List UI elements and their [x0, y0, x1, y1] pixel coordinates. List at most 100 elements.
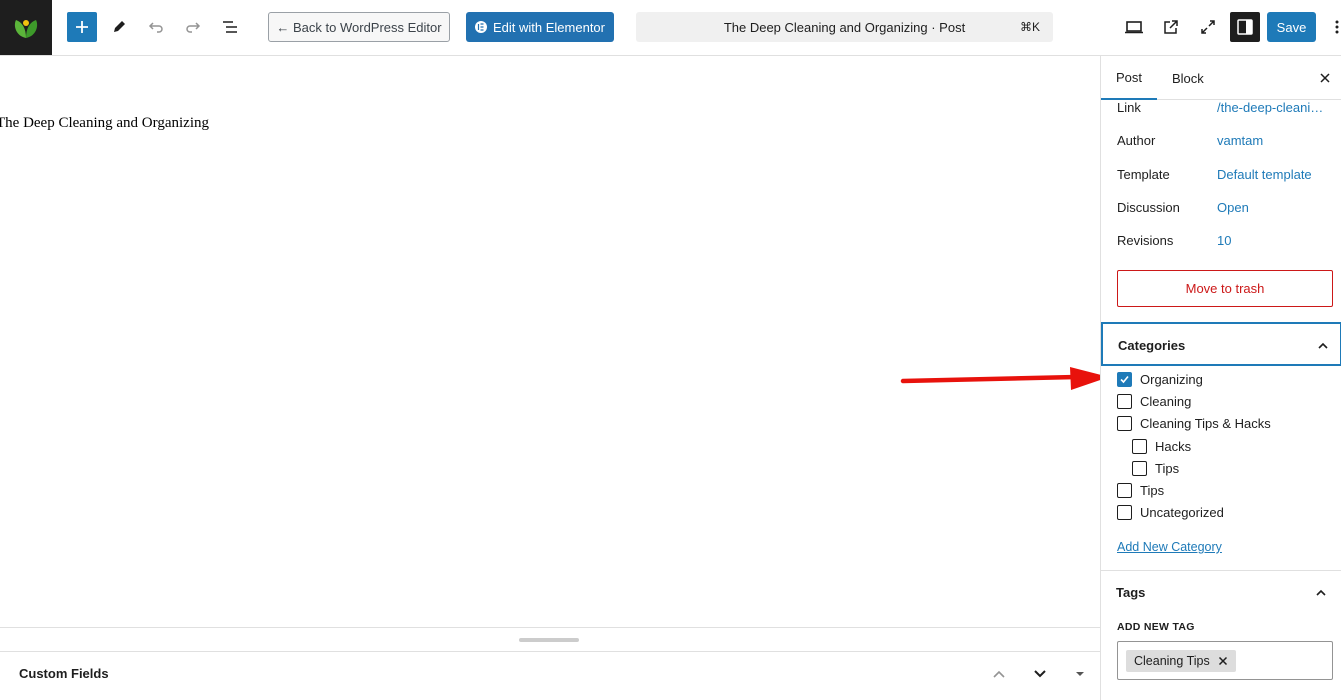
category-item[interactable]: Tips: [1132, 458, 1179, 478]
elementor-button-label: Edit with Elementor: [493, 19, 605, 35]
category-checkbox[interactable]: [1132, 460, 1147, 476]
sidebar-icon: [1237, 19, 1253, 35]
chevron-up-icon: [1311, 583, 1331, 603]
category-item[interactable]: Organizing: [1117, 369, 1203, 389]
site-logo[interactable]: [0, 0, 52, 55]
author-row: Author vamtam: [1117, 130, 1337, 150]
category-label: Hacks: [1155, 438, 1192, 454]
category-label: Cleaning: [1140, 393, 1192, 409]
redo-icon: [186, 22, 201, 33]
remove-tag-icon[interactable]: [1218, 656, 1228, 666]
row-label: Discussion: [1117, 199, 1180, 215]
move-to-trash-button[interactable]: Move to trash: [1117, 270, 1333, 307]
chevron-down-icon: [1034, 670, 1046, 678]
categories-title: Categories: [1118, 338, 1186, 353]
move-down-button[interactable]: [1028, 662, 1052, 686]
view-post-button[interactable]: [1156, 12, 1186, 42]
categories-panel-toggle[interactable]: Categories: [1101, 322, 1341, 366]
chevron-up-icon: [1313, 336, 1333, 356]
tab-post[interactable]: Post: [1101, 56, 1157, 100]
post-link-value[interactable]: /the-deep-cleaning-and-organizing/: [1217, 100, 1327, 115]
options-menu-button[interactable]: [1330, 12, 1341, 42]
caret-down-icon: [1076, 672, 1084, 676]
tags-panel-toggle[interactable]: Tags: [1101, 570, 1341, 614]
settings-sidebar: Post Block Link /the-deep-cleaning-and-o…: [1100, 56, 1341, 700]
close-icon: [1320, 73, 1330, 83]
edit-with-elementor-button[interactable]: Edit with Elementor: [466, 12, 614, 42]
category-label: Cleaning Tips & Hacks: [1140, 415, 1271, 431]
save-button-label: Save: [1276, 19, 1307, 35]
category-label: Uncategorized: [1140, 504, 1224, 520]
resize-handle[interactable]: [519, 638, 579, 642]
undo-icon: [148, 22, 163, 33]
revisions-row: Revisions 10: [1117, 230, 1337, 250]
category-item[interactable]: Uncategorized: [1117, 502, 1224, 522]
back-to-wordpress-editor-button[interactable]: ← Back to WordPress Editor: [268, 12, 450, 42]
sidebar-tabs: Post Block: [1101, 56, 1341, 100]
discussion-value[interactable]: Open: [1217, 200, 1249, 215]
category-checkbox[interactable]: [1117, 393, 1132, 409]
post-title[interactable]: The Deep Cleaning and Organizing: [0, 115, 209, 132]
template-value[interactable]: Default template: [1217, 167, 1312, 182]
revisions-value[interactable]: 10: [1217, 233, 1231, 248]
settings-toggle-button[interactable]: [1230, 12, 1260, 42]
row-label: Revisions: [1117, 232, 1174, 248]
block-inserter-button[interactable]: [67, 12, 97, 42]
row-label: Author: [1117, 132, 1156, 148]
close-settings-button[interactable]: [1315, 68, 1335, 88]
tools-button[interactable]: [104, 12, 134, 42]
redo-button[interactable]: [178, 12, 208, 42]
add-new-category-link[interactable]: Add New Category: [1117, 540, 1222, 554]
template-row: Template Default template: [1117, 164, 1337, 184]
leaf-logo-icon: [14, 19, 38, 38]
category-checkbox[interactable]: [1117, 504, 1132, 520]
tag-input-field[interactable]: Cleaning Tips: [1117, 641, 1333, 680]
keyboard-shortcut: ⌘K: [1019, 20, 1040, 34]
author-value[interactable]: vamtam: [1217, 133, 1263, 148]
custom-fields-metabox: Custom Fields: [0, 651, 1100, 700]
toggle-panel-button[interactable]: [1068, 662, 1092, 686]
chevron-up-icon: [993, 670, 1005, 678]
command-palette-trigger[interactable]: The Deep Cleaning and Organizing · Post …: [636, 12, 1053, 42]
elementor-icon: [475, 21, 487, 33]
category-label: Tips: [1140, 482, 1165, 498]
row-label: Link: [1117, 99, 1141, 115]
trash-button-label: Move to trash: [1185, 281, 1265, 296]
category-checkbox[interactable]: [1117, 415, 1132, 431]
tag-chip-label: Cleaning Tips: [1134, 654, 1210, 668]
editor-canvas[interactable]: The Deep Cleaning and Organizing: [0, 56, 1100, 627]
discussion-row: Discussion Open: [1117, 197, 1337, 217]
undo-button[interactable]: [141, 12, 171, 42]
category-item[interactable]: Tips: [1117, 480, 1164, 500]
category-checkbox[interactable]: [1132, 438, 1147, 454]
save-button[interactable]: Save: [1267, 12, 1316, 42]
document-title: The Deep Cleaning and Organizing · Post: [723, 19, 966, 35]
external-link-icon: [1164, 20, 1178, 34]
tag-chip: Cleaning Tips: [1126, 650, 1236, 672]
custom-fields-title: Custom Fields: [19, 666, 109, 681]
plus-icon: [76, 21, 88, 33]
preview-button[interactable]: [1119, 12, 1149, 42]
category-label: Organizing: [1140, 371, 1203, 387]
tab-block[interactable]: Block: [1172, 56, 1204, 100]
list-view-icon: [223, 21, 237, 33]
checkmark-icon: [1120, 375, 1129, 383]
desktop-icon: [1125, 21, 1143, 34]
category-item[interactable]: Cleaning: [1117, 391, 1191, 411]
move-up-button[interactable]: [987, 662, 1011, 686]
pencil-icon: [114, 21, 125, 32]
expand-icon: [1201, 20, 1215, 34]
tags-title: Tags: [1116, 585, 1146, 600]
category-item[interactable]: Hacks: [1132, 436, 1191, 456]
document-overview-button[interactable]: [215, 12, 245, 42]
category-checkbox[interactable]: [1117, 482, 1132, 498]
annotation-arrow-icon: [900, 367, 1109, 390]
fullscreen-button[interactable]: [1193, 12, 1223, 42]
add-new-tag-label: ADD NEW TAG: [1117, 621, 1195, 633]
back-button-label: ← Back to WordPress Editor: [276, 19, 442, 35]
category-checkbox[interactable]: [1117, 371, 1132, 387]
category-label: Tips: [1155, 460, 1180, 476]
row-label: Template: [1117, 166, 1170, 182]
more-vertical-icon: [1335, 20, 1339, 34]
category-item[interactable]: Cleaning Tips & Hacks: [1117, 413, 1271, 433]
